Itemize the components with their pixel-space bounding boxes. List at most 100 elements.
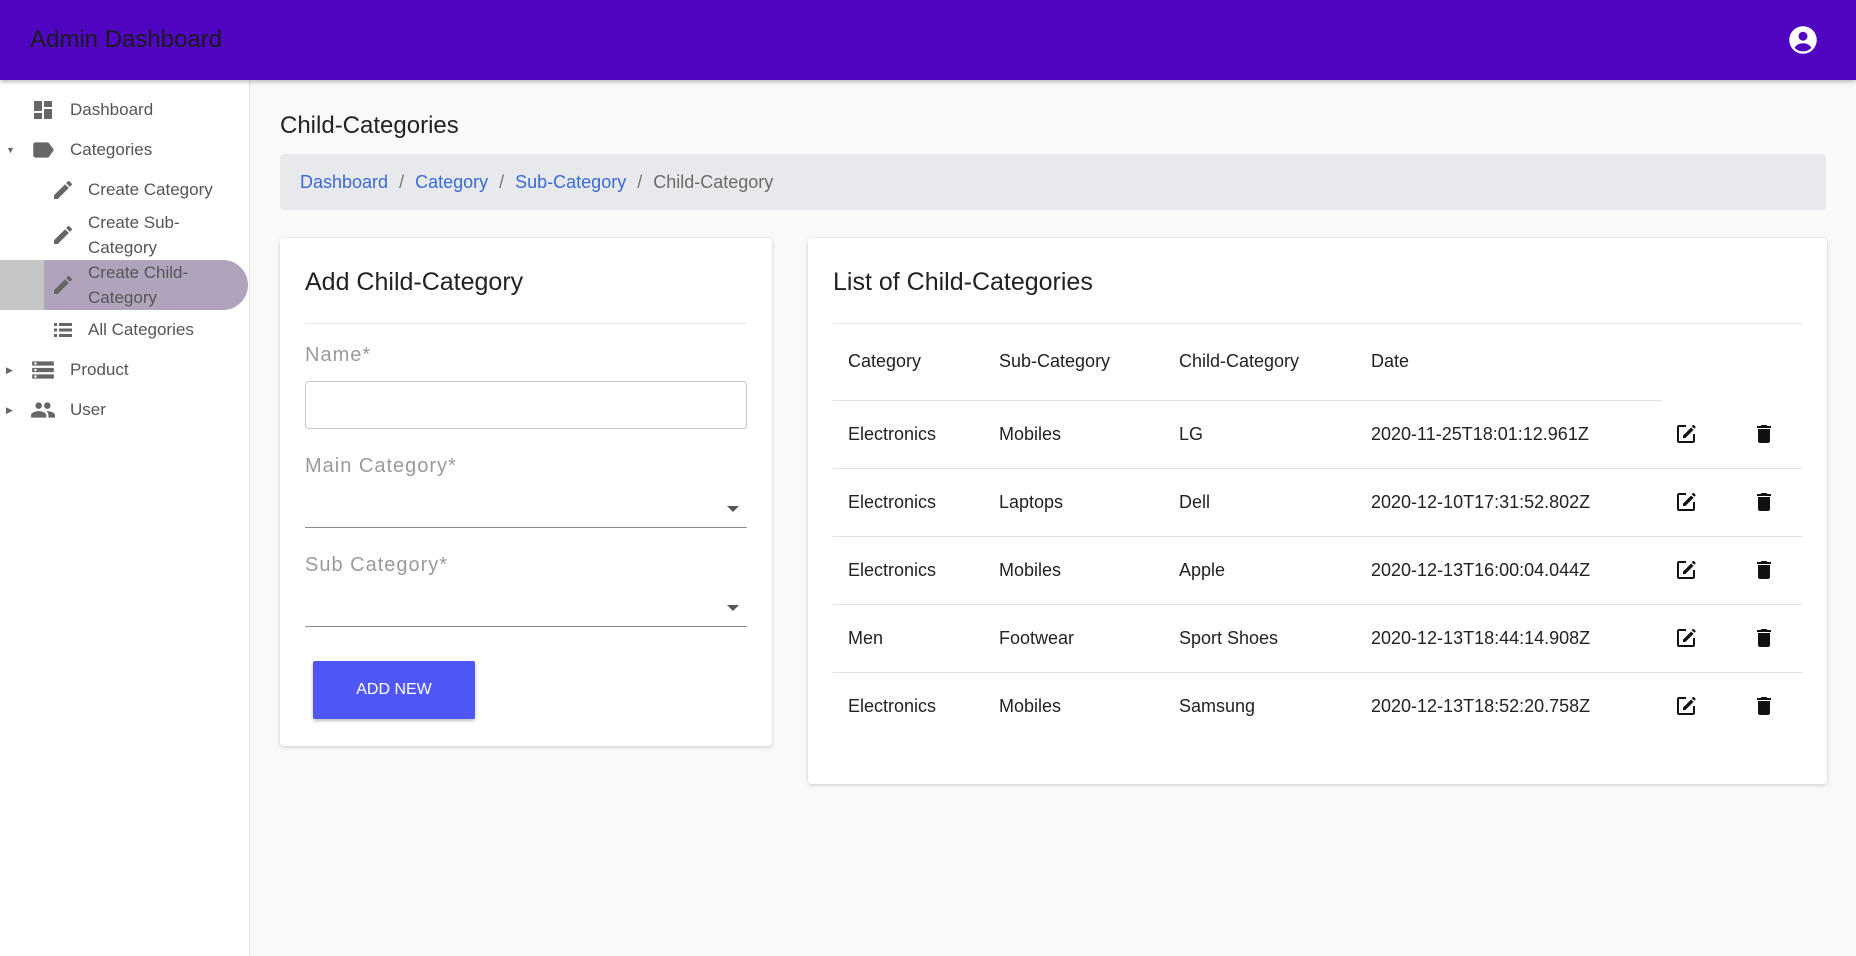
trash-icon[interactable] bbox=[1752, 490, 1776, 514]
delete-cell bbox=[1732, 672, 1802, 740]
sidebar-item-label: Create Child-Category bbox=[88, 263, 189, 307]
sidebar-item-create-category[interactable]: Create Category bbox=[0, 170, 249, 210]
trash-icon[interactable] bbox=[1752, 694, 1776, 718]
dropdown-arrow-icon bbox=[727, 605, 739, 611]
breadcrumb-dashboard[interactable]: Dashboard bbox=[300, 172, 388, 193]
edit-cell bbox=[1662, 468, 1732, 537]
sidebar-item-label: Categories bbox=[70, 140, 153, 159]
edit-icon[interactable] bbox=[1674, 694, 1698, 718]
table-row: Electronics Laptops Dell 2020-12-10T17:3… bbox=[833, 468, 1802, 537]
table-header-row: Category Sub-Category Child-Category Dat… bbox=[833, 324, 1802, 401]
column-header-edit bbox=[1662, 324, 1732, 400]
top-app-bar: Admin Dashboard bbox=[0, 0, 1856, 80]
edit-icon[interactable] bbox=[1674, 422, 1698, 446]
table-row: Electronics Mobiles LG 2020-11-25T18:01:… bbox=[833, 400, 1802, 469]
breadcrumb-separator: / bbox=[499, 171, 505, 192]
cell-sub-category: Footwear bbox=[984, 604, 1164, 673]
caret-down-icon[interactable]: ▼ bbox=[6, 145, 16, 155]
sidebar-item-create-child-category[interactable]: Create Child-Category bbox=[0, 260, 248, 310]
column-header-child-category: Child-Category bbox=[1164, 324, 1356, 401]
cell-child-category: Sport Shoes bbox=[1164, 604, 1356, 673]
caret-right-icon[interactable]: ▶ bbox=[6, 405, 16, 416]
breadcrumb-separator: / bbox=[399, 171, 405, 192]
sidebar: Dashboard ▼ Categories Create Category C… bbox=[0, 80, 250, 956]
delete-cell bbox=[1732, 604, 1802, 673]
cell-child-category: Apple bbox=[1164, 536, 1356, 605]
cell-child-category: Dell bbox=[1164, 468, 1356, 537]
breadcrumb-current: Child-Category bbox=[653, 171, 774, 192]
dropdown-arrow-icon bbox=[727, 506, 739, 512]
breadcrumb-category[interactable]: Category bbox=[415, 172, 488, 193]
cell-sub-category: Mobiles bbox=[984, 400, 1164, 469]
breadcrumb-sub-category[interactable]: Sub-Category bbox=[515, 172, 626, 193]
column-header-date: Date bbox=[1356, 324, 1662, 401]
trash-icon[interactable] bbox=[1752, 626, 1776, 650]
column-header-delete bbox=[1732, 324, 1802, 400]
cell-child-category: Samsung bbox=[1179, 695, 1256, 716]
child-categories-table: Category Sub-Category Child-Category Dat… bbox=[833, 324, 1802, 740]
add-child-category-card: Add Child-Category Name* Main Category* … bbox=[280, 238, 772, 746]
sidebar-item-label: User bbox=[70, 400, 106, 419]
cell-child-category: LG bbox=[1164, 400, 1356, 469]
edit-icon[interactable] bbox=[1674, 490, 1698, 514]
breadcrumb-separator: / bbox=[637, 171, 643, 192]
name-input[interactable] bbox=[305, 381, 747, 429]
sidebar-item-label: Create Sub-Category bbox=[88, 213, 180, 257]
edit-cell bbox=[1662, 400, 1732, 469]
table-row: Electronics Mobiles Samsung 2020-12-13T1… bbox=[833, 672, 1802, 740]
breadcrumb: Dashboard / Category / Sub-Category / Ch… bbox=[280, 154, 1826, 210]
trash-icon[interactable] bbox=[1752, 422, 1776, 446]
cell-category: Electronics bbox=[833, 400, 984, 469]
pencil-icon bbox=[50, 272, 76, 298]
trash-icon[interactable] bbox=[1752, 558, 1776, 582]
delete-cell bbox=[1732, 400, 1802, 469]
edit-cell bbox=[1662, 604, 1732, 673]
column-header-category: Category bbox=[833, 324, 984, 401]
delete-cell bbox=[1732, 536, 1802, 605]
sidebar-item-label: Product bbox=[70, 360, 129, 379]
form-title: Add Child-Category bbox=[305, 238, 747, 324]
page-title: Child-Categories bbox=[280, 112, 459, 139]
sidebar-item-dashboard[interactable]: Dashboard bbox=[0, 90, 249, 130]
cell-category: Electronics bbox=[833, 536, 984, 605]
edit-icon[interactable] bbox=[1674, 558, 1698, 582]
cell-date: 2020-12-13T18:52:20.758Z bbox=[1371, 695, 1591, 716]
edit-cell bbox=[1662, 672, 1732, 740]
cell-category: Electronics bbox=[833, 468, 984, 537]
list-title: List of Child-Categories bbox=[833, 238, 1802, 324]
sidebar-item-label: Create Category bbox=[88, 180, 213, 199]
delete-cell bbox=[1732, 468, 1802, 537]
main-category-select[interactable] bbox=[305, 490, 747, 528]
pencil-icon bbox=[50, 177, 76, 203]
sidebar-item-categories[interactable]: ▼ Categories bbox=[0, 130, 249, 170]
main-category-label: Main Category* bbox=[305, 455, 457, 477]
list-icon bbox=[50, 317, 76, 343]
name-label: Name* bbox=[305, 344, 372, 366]
cell-date: 2020-12-13T18:44:14.908Z bbox=[1356, 604, 1662, 673]
sidebar-item-label: All Categories bbox=[88, 320, 194, 339]
edit-icon[interactable] bbox=[1674, 626, 1698, 650]
edit-cell bbox=[1662, 536, 1732, 605]
table-row: Men Footwear Sport Shoes 2020-12-13T18:4… bbox=[833, 604, 1802, 673]
cell-date: 2020-12-10T17:31:52.802Z bbox=[1356, 468, 1662, 537]
child-categories-list-card: List of Child-Categories Category Sub-Ca… bbox=[808, 238, 1827, 784]
sidebar-item-all-categories[interactable]: All Categories bbox=[0, 310, 249, 350]
add-new-button[interactable]: ADD NEW bbox=[313, 661, 475, 719]
account-circle-icon[interactable] bbox=[1788, 25, 1818, 55]
column-header-sub-category: Sub-Category bbox=[984, 324, 1164, 401]
sidebar-item-product[interactable]: ▶ Product bbox=[0, 350, 249, 390]
cell-date: 2020-12-13T16:00:04.044Z bbox=[1356, 536, 1662, 605]
cell-sub-category: Laptops bbox=[984, 468, 1164, 537]
main-content: Child-Categories Dashboard / Category / … bbox=[250, 80, 1856, 956]
app-title: Admin Dashboard bbox=[30, 26, 223, 53]
sidebar-item-create-sub-category[interactable]: Create Sub-Category bbox=[0, 210, 249, 260]
sub-category-select[interactable] bbox=[305, 589, 747, 627]
cell-date: 2020-11-25T18:01:12.961Z bbox=[1356, 400, 1662, 469]
caret-right-icon[interactable]: ▶ bbox=[6, 365, 16, 376]
cell-category: Electronics bbox=[848, 695, 937, 716]
sidebar-item-user[interactable]: ▶ User bbox=[0, 390, 249, 430]
sub-category-label: Sub Category* bbox=[305, 554, 449, 576]
cell-category: Men bbox=[833, 604, 984, 673]
storage-icon bbox=[30, 357, 56, 383]
label-icon bbox=[30, 137, 56, 163]
